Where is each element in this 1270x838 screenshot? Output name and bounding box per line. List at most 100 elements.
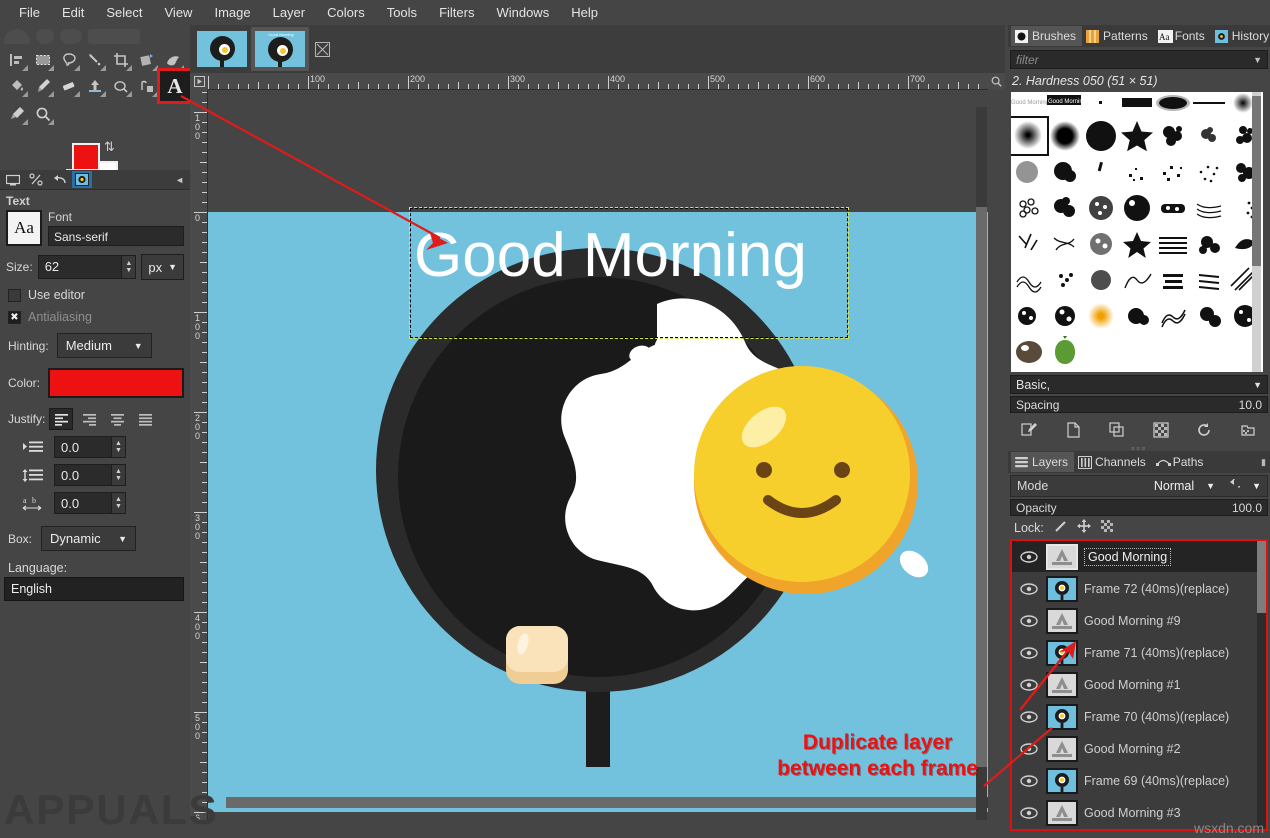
- brush-cell[interactable]: [1011, 154, 1047, 190]
- foreground-color-swatch[interactable]: [72, 143, 100, 171]
- brush-cell[interactable]: [1047, 334, 1083, 370]
- visibility-eye-icon[interactable]: [1018, 551, 1040, 563]
- visibility-eye-icon[interactable]: [1018, 711, 1040, 723]
- layer-name[interactable]: Frame 70 (40ms)(replace): [1084, 710, 1229, 724]
- line-spacing-spin-arrows[interactable]: ▲▼: [111, 465, 125, 485]
- table-row[interactable]: Good Morning: [1012, 541, 1266, 573]
- scrollbar-thumb[interactable]: [1257, 541, 1266, 613]
- indent-stepper[interactable]: 0.0 ▲▼: [54, 436, 126, 458]
- brush-cell[interactable]: [1119, 190, 1155, 226]
- menu-image[interactable]: Image: [203, 2, 261, 23]
- visibility-eye-icon[interactable]: [1018, 647, 1040, 659]
- brush-cell[interactable]: [1083, 118, 1119, 154]
- font-field[interactable]: Sans-serif: [48, 226, 184, 246]
- brush-cell[interactable]: [1011, 190, 1047, 226]
- menu-file[interactable]: File: [8, 2, 51, 23]
- fuzzy-select-tool[interactable]: [82, 47, 108, 73]
- new-brush-button[interactable]: [1060, 419, 1086, 441]
- size-stepper[interactable]: 62 ▲▼: [38, 255, 137, 279]
- brush-cell[interactable]: [1191, 262, 1227, 298]
- visibility-eye-icon[interactable]: [1018, 743, 1040, 755]
- layer-name[interactable]: Good Morning #1: [1084, 678, 1181, 692]
- tab-patterns[interactable]: Patterns: [1082, 26, 1154, 46]
- zoom-tool[interactable]: [30, 101, 56, 127]
- justify-fill-button[interactable]: [133, 408, 157, 430]
- brush-cell[interactable]: [1119, 262, 1155, 298]
- brush-cell[interactable]: [1083, 154, 1119, 190]
- brush-cell[interactable]: [1155, 298, 1191, 334]
- brush-cell[interactable]: [1047, 226, 1083, 262]
- layer-opacity-slider[interactable]: Opacity 100.0: [1010, 499, 1268, 516]
- free-select-tool[interactable]: [56, 47, 82, 73]
- zoom-image-button[interactable]: [988, 73, 1005, 90]
- duplicate-brush-button[interactable]: [1104, 419, 1130, 441]
- color-picker-tool[interactable]: [4, 101, 30, 127]
- close-tab-icon[interactable]: [309, 27, 335, 71]
- horizontal-ruler[interactable]: 100200300400500600700: [208, 73, 988, 90]
- tab-channels[interactable]: Channels: [1074, 452, 1152, 472]
- chevron-down-icon[interactable]: ▼: [1252, 481, 1261, 491]
- table-row[interactable]: Frame 69 (40ms)(replace): [1012, 765, 1266, 797]
- line-spacing-stepper[interactable]: 0.0 ▲▼: [54, 464, 126, 486]
- menu-help[interactable]: Help: [560, 2, 609, 23]
- visibility-eye-icon[interactable]: [1018, 615, 1040, 627]
- justify-right-button[interactable]: [77, 408, 101, 430]
- tab-paths[interactable]: Paths: [1152, 452, 1210, 472]
- brush-set-dropdown[interactable]: Basic, ▼: [1010, 375, 1268, 394]
- swap-colors-icon[interactable]: ⇅: [104, 139, 115, 155]
- layer-name[interactable]: Good Morning #2: [1084, 742, 1181, 756]
- canvas-vertical-scrollbar[interactable]: [976, 107, 987, 820]
- menu-windows[interactable]: Windows: [485, 2, 560, 23]
- brush-cell[interactable]: [1155, 226, 1191, 262]
- dock-menu-icon[interactable]: ▮: [1261, 457, 1270, 468]
- brush-cell[interactable]: [1191, 190, 1227, 226]
- scrollbar-thumb[interactable]: [226, 797, 986, 808]
- box-dropdown[interactable]: Dynamic ▼: [41, 526, 136, 551]
- brush-cell[interactable]: [1191, 154, 1227, 190]
- brush-filter-row[interactable]: filter ▼: [1010, 50, 1268, 69]
- antialiasing-checkbox[interactable]: ✖: [8, 311, 21, 324]
- visibility-eye-icon[interactable]: [1018, 679, 1040, 691]
- warp-tool[interactable]: [160, 47, 186, 73]
- brush-cell[interactable]: [1083, 190, 1119, 226]
- brush-cell[interactable]: [1191, 226, 1227, 262]
- menu-edit[interactable]: Edit: [51, 2, 95, 23]
- antialiasing-row[interactable]: ✖ Antialiasing: [0, 302, 190, 324]
- clone-tool[interactable]: [82, 73, 108, 99]
- brush-cell[interactable]: [1083, 226, 1119, 262]
- tab-fonts[interactable]: Aa Fonts: [1154, 26, 1211, 46]
- image-tab-2[interactable]: Good Morning: [251, 27, 309, 71]
- visibility-eye-icon[interactable]: [1018, 807, 1040, 819]
- layer-name[interactable]: Good Morning #9: [1084, 614, 1181, 628]
- letter-spacing-value[interactable]: 0.0: [55, 493, 111, 513]
- tab-brushes[interactable]: Brushes: [1011, 26, 1082, 46]
- letter-spacing-spin-arrows[interactable]: ▲▼: [111, 493, 125, 513]
- brush-cell[interactable]: [1119, 226, 1155, 262]
- layer-name[interactable]: Frame 72 (40ms)(replace): [1084, 582, 1229, 596]
- refresh-brushes-button[interactable]: [1191, 419, 1217, 441]
- line-spacing-value[interactable]: 0.0: [55, 465, 111, 485]
- brush-cell[interactable]: [1047, 190, 1083, 226]
- layer-name[interactable]: Frame 71 (40ms)(replace): [1084, 646, 1229, 660]
- tab-device-status[interactable]: [26, 171, 46, 188]
- brush-cell[interactable]: [1083, 298, 1119, 334]
- size-spin-arrows[interactable]: ▲▼: [121, 256, 135, 278]
- brush-cell[interactable]: [1191, 298, 1227, 334]
- brush-cell[interactable]: [1047, 154, 1083, 190]
- canvas-text[interactable]: Good Morning: [414, 220, 807, 291]
- brush-cell[interactable]: [1083, 262, 1119, 298]
- rect-select-tool[interactable]: [30, 47, 56, 73]
- edit-brush-button[interactable]: [1017, 419, 1043, 441]
- brush-cell[interactable]: [1155, 262, 1191, 298]
- menu-tools[interactable]: Tools: [376, 2, 428, 23]
- chevron-down-icon[interactable]: ▼: [1253, 55, 1267, 65]
- indent-value[interactable]: 0.0: [55, 437, 111, 457]
- use-editor-checkbox[interactable]: [8, 289, 21, 302]
- brush-cell[interactable]: [1047, 298, 1083, 334]
- reset-mode-icon[interactable]: [1227, 479, 1240, 494]
- layer-name[interactable]: Good Morning #3: [1084, 806, 1181, 820]
- brush-cell[interactable]: [1191, 118, 1227, 154]
- size-unit-dropdown[interactable]: px ▼: [141, 254, 184, 280]
- layer-mode-row[interactable]: Mode Normal ▼ ▼: [1010, 475, 1268, 497]
- crop-tool[interactable]: [108, 47, 134, 73]
